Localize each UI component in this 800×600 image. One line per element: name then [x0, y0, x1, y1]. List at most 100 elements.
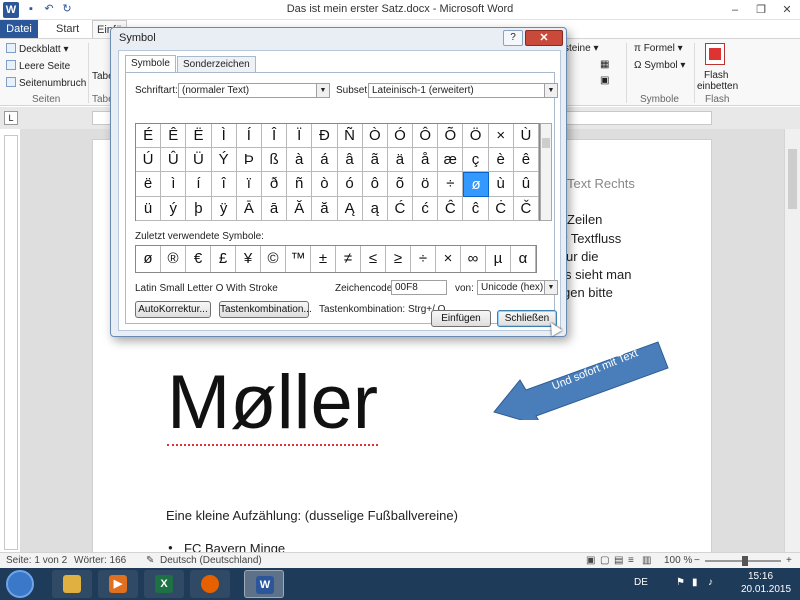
network-icon[interactable]: ▮	[692, 577, 698, 588]
dialog-help-button[interactable]: ?	[503, 30, 523, 46]
symbol-cell[interactable]: ó	[337, 172, 363, 197]
input-language[interactable]: DE	[634, 577, 648, 588]
symbol-cell[interactable]: ü	[136, 197, 162, 221]
blank-page-button[interactable]: Leere Seite	[6, 60, 70, 72]
quickparts-button[interactable]: steine ▾	[564, 43, 599, 54]
maximize-button[interactable]: ❐	[748, 0, 774, 20]
symbol-cell[interactable]: ë	[136, 172, 162, 197]
symbol-cell[interactable]: õ	[387, 172, 414, 197]
proofing-icon[interactable]: ✎	[146, 555, 154, 566]
symbol-cell[interactable]: ý	[161, 197, 187, 221]
large-text-word[interactable]: Møller	[167, 362, 379, 446]
minimize-button[interactable]: –	[722, 0, 748, 20]
symbol-cell[interactable]: ä	[387, 148, 414, 172]
tab-symbols[interactable]: Symbole	[125, 55, 176, 73]
symbol-cell[interactable]: ā	[261, 197, 288, 221]
chevron-down-icon[interactable]: ▼	[544, 281, 557, 294]
close-window-button[interactable]: ✕	[774, 0, 800, 20]
symbol-cell[interactable]: Ö	[463, 124, 489, 148]
symbol-cell[interactable]: æ	[438, 148, 464, 172]
clock-time[interactable]: 15:16	[748, 571, 773, 582]
from-select[interactable]: Unicode (hex) ▼	[477, 280, 558, 295]
view-outline-icon[interactable]: ≡	[628, 555, 634, 566]
symbol-cell[interactable]: ù	[488, 172, 514, 197]
recent-symbol-cell[interactable]: ©	[261, 246, 286, 272]
flash-icon[interactable]	[705, 43, 725, 65]
taskbar-explorer[interactable]	[52, 570, 92, 598]
vertical-ruler[interactable]	[4, 135, 18, 550]
symbol-cell[interactable]: ò	[312, 172, 338, 197]
start-button[interactable]	[6, 570, 34, 598]
tab-file[interactable]: Datei	[0, 20, 38, 38]
insert-button[interactable]: Einfügen	[431, 310, 491, 327]
vertical-scrollbar[interactable]	[784, 129, 800, 552]
view-fullscreen-icon[interactable]: ▢	[600, 555, 609, 566]
page-break-button[interactable]: Seitenumbruch	[6, 77, 86, 89]
symbol-cell[interactable]: ß	[261, 148, 288, 172]
recent-symbol-cell[interactable]: ÷	[411, 246, 436, 272]
symbol-cell[interactable]: ö	[413, 172, 439, 197]
chevron-down-icon[interactable]: ▼	[544, 84, 557, 97]
chevron-down-icon[interactable]: ▼	[316, 84, 329, 97]
language-indicator[interactable]: Deutsch (Deutschland)	[160, 555, 262, 566]
recent-symbol-cell[interactable]: µ	[486, 246, 511, 272]
word-count[interactable]: Wörter: 166	[74, 555, 126, 566]
symbol-cell[interactable]: â	[337, 148, 363, 172]
cover-page-button[interactable]: Deckblatt ▾	[6, 43, 69, 55]
taskbar-media-player[interactable]: ▶	[98, 570, 138, 598]
symbol-cell[interactable]: ×	[488, 124, 514, 148]
symbol-cell[interactable]: Í	[236, 124, 262, 148]
symbol-cell[interactable]: Û	[161, 148, 187, 172]
symbol-cell[interactable]: Ë	[186, 124, 212, 148]
scroll-thumb[interactable]	[788, 149, 797, 209]
scroll-thumb[interactable]	[542, 138, 550, 148]
recent-symbol-cell[interactable]: α	[511, 246, 536, 272]
recent-symbol-cell[interactable]: ≥	[386, 246, 411, 272]
symbol-cell[interactable]: É	[136, 124, 162, 148]
symbol-cell[interactable]: Ĉ	[438, 197, 464, 221]
symbol-cell[interactable]: î	[211, 172, 237, 197]
tab-start[interactable]: Start	[56, 20, 79, 38]
recent-symbol-cell[interactable]: ≠	[336, 246, 361, 272]
symbol-cell[interactable]: ć	[413, 197, 439, 221]
symbol-cell[interactable]: å	[413, 148, 439, 172]
symbol-cell[interactable]: Ú	[136, 148, 162, 172]
symbol-cell[interactable]: ê	[513, 148, 539, 172]
flash-embed-label-2[interactable]: einbetten	[697, 81, 738, 92]
symbol-cell[interactable]: Ü	[186, 148, 212, 172]
symbol-button[interactable]: Ω Symbol ▾	[634, 60, 685, 71]
symbol-cell[interactable]: Þ	[236, 148, 262, 172]
zoom-out-button[interactable]: −	[694, 555, 700, 566]
dialog-close-button[interactable]: ✕	[525, 30, 563, 46]
arrow-shape[interactable]: Und sofort mit Text	[490, 340, 670, 420]
symbol-cell[interactable]: Ò	[362, 124, 388, 148]
view-web-icon[interactable]: ▤	[614, 555, 623, 566]
symbol-cell[interactable]: Ċ	[488, 197, 514, 221]
symbol-cell[interactable]: Õ	[438, 124, 464, 148]
symbol-cell[interactable]: Ó	[387, 124, 414, 148]
symbol-cell[interactable]: Ô	[413, 124, 439, 148]
wordart-icon[interactable]: ▦	[600, 59, 609, 70]
symbol-cell[interactable]: ą	[362, 197, 388, 221]
taskbar-firefox[interactable]	[190, 570, 230, 598]
symbol-cell[interactable]: Ā	[236, 197, 262, 221]
clock-date[interactable]: 20.01.2015	[741, 584, 791, 595]
recent-symbol-cell[interactable]: ™	[286, 246, 311, 272]
symbol-cell[interactable]: ă	[312, 197, 338, 221]
recent-symbol-cell[interactable]: ±	[311, 246, 336, 272]
symbol-cell[interactable]: Ì	[211, 124, 237, 148]
symbol-cell[interactable]: Î	[261, 124, 288, 148]
tab-stop-selector[interactable]: L	[4, 111, 18, 125]
symbol-cell[interactable]: û	[513, 172, 539, 197]
symbol-cell[interactable]: ï	[236, 172, 262, 197]
shortcut-key-button[interactable]: Tastenkombination...	[219, 301, 312, 318]
recent-symbol-cell[interactable]: ×	[436, 246, 461, 272]
character-code-input[interactable]: 00F8	[391, 280, 447, 295]
symbol-cell[interactable]: è	[488, 148, 514, 172]
symbol-cell[interactable]: ÷	[438, 172, 464, 197]
recent-symbol-cell[interactable]: ≤	[361, 246, 386, 272]
symbol-cell[interactable]: Ê	[161, 124, 187, 148]
symbol-cell[interactable]: Ą	[337, 197, 363, 221]
symbol-grid-scrollbar[interactable]	[540, 123, 552, 221]
subset-select[interactable]: Lateinisch-1 (erweitert) ▼	[368, 83, 558, 98]
